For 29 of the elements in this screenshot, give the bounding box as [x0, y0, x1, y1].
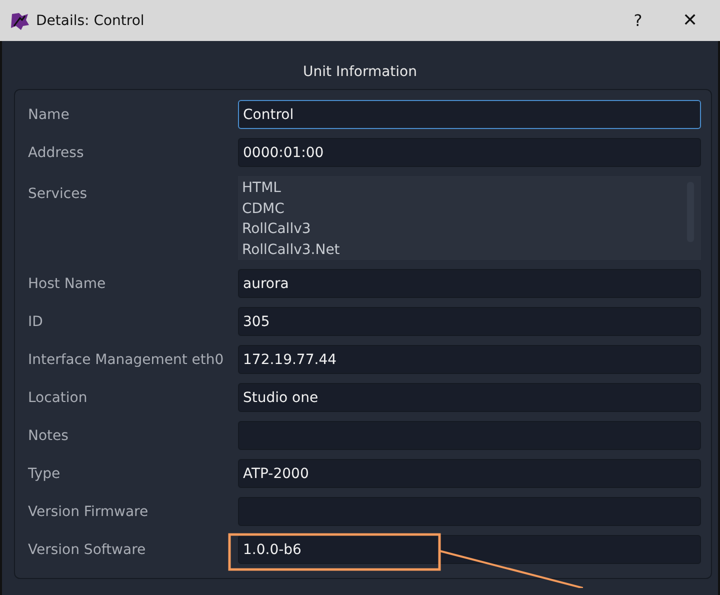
input-field[interactable]: Control	[238, 100, 701, 129]
list-item[interactable]: RollCallv3	[242, 219, 687, 240]
field-label: Address	[28, 144, 85, 160]
list-item[interactable]: HTML	[242, 178, 687, 198]
field-label: Location	[28, 390, 88, 406]
field-label: Host Name	[28, 276, 107, 292]
field-label: Version Software	[28, 542, 147, 558]
services-list[interactable]: HTML CDMC RollCallv3 RollCallv3.Net	[238, 176, 701, 260]
input-field[interactable]: ATP-2000	[238, 459, 701, 488]
input-field[interactable]: Studio one	[238, 383, 701, 412]
input-field[interactable]: 172.19.77.44	[238, 345, 701, 374]
field-label: Services	[28, 185, 88, 202]
input-field[interactable]: 1.0.0-b6	[238, 535, 701, 564]
app-logo-icon	[10, 10, 30, 30]
window-title: Details: Control	[36, 12, 144, 28]
field-label: Interface Management eth0	[28, 352, 225, 368]
section-title: Unit Information	[302, 63, 418, 82]
field-label: Name	[28, 106, 70, 122]
field-label: Type	[28, 466, 62, 482]
list-item[interactable]: CDMC	[242, 198, 687, 219]
list-item[interactable]: RollCallv3.Net	[242, 240, 687, 260]
input-field[interactable]: 305	[238, 307, 701, 336]
input-field[interactable]: 0000:01:00	[238, 138, 701, 167]
field-label: ID	[28, 314, 44, 330]
help-button[interactable]: ?	[612, 0, 664, 41]
field-label: Notes	[28, 428, 70, 444]
input-field[interactable]: aurora	[238, 269, 701, 298]
close-button[interactable]: ✕	[664, 0, 716, 41]
field-label: Version Firmware	[28, 504, 150, 520]
